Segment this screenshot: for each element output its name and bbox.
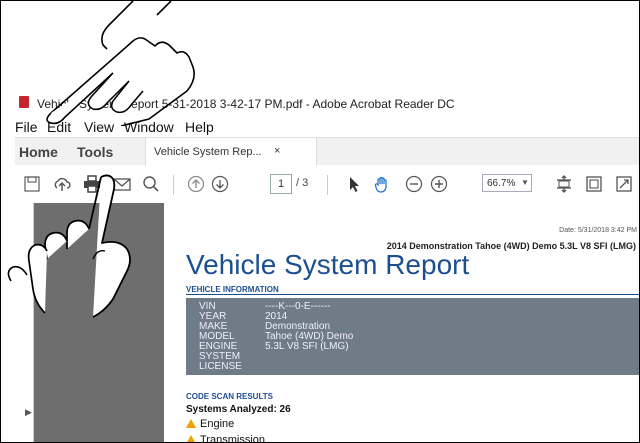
chevron-down-icon[interactable]: ▼ bbox=[521, 178, 529, 187]
scroll-mode-icon[interactable] bbox=[585, 175, 603, 193]
zoom-out-icon[interactable] bbox=[405, 175, 423, 193]
system-row[interactable]: Engine bbox=[186, 418, 234, 430]
expand-panel-icon[interactable]: ▶ bbox=[25, 407, 32, 418]
page-down-icon[interactable] bbox=[211, 175, 229, 193]
heading-divider bbox=[186, 294, 639, 295]
tab-document[interactable]: Vehicle System Rep... × bbox=[145, 138, 317, 166]
system-row[interactable]: Transmission bbox=[186, 434, 265, 443]
tab-bar: Home Tools Vehicle System Rep... × bbox=[15, 137, 639, 166]
tab-home[interactable]: Home bbox=[19, 144, 58, 160]
pointing-hand-icon bbox=[46, 1, 195, 126]
page-number-input[interactable]: 1 bbox=[270, 174, 292, 194]
vehicle-info-box: VIN ----K---0-E------ YEAR 2014 MAKE Demons… bbox=[186, 298, 639, 375]
pdf-page: Date: 5/31/2018 3:42 PM 2014 Demonstrati… bbox=[164, 203, 639, 443]
toolbar-separator bbox=[327, 175, 328, 195]
info-value: 5.3L V8 SFI (LMG) bbox=[265, 341, 349, 352]
hand-tool-icon[interactable] bbox=[373, 175, 391, 193]
tab-document-label: Vehicle System Rep... bbox=[154, 146, 262, 158]
fullscreen-icon[interactable] bbox=[615, 175, 633, 193]
close-tab-icon[interactable]: × bbox=[274, 145, 280, 157]
system-label: Engine bbox=[200, 418, 235, 430]
systems-analyzed: Systems Analyzed: 26 bbox=[186, 404, 291, 415]
select-pointer-icon[interactable] bbox=[345, 175, 363, 193]
report-date: Date: 5/31/2018 3:42 PM bbox=[559, 227, 637, 234]
warning-icon bbox=[186, 435, 196, 442]
pointing-hand-icon bbox=[7, 174, 131, 318]
code-scan-heading: CODE SCAN RESULTS bbox=[186, 392, 273, 401]
info-key: LICENSE bbox=[199, 361, 242, 372]
zoom-in-icon[interactable] bbox=[430, 175, 448, 193]
fit-page-icon[interactable] bbox=[555, 175, 573, 193]
screenshot-frame: Vehicle System Report 5-31-2018 3-42-17 … bbox=[0, 0, 640, 443]
toolbar-separator bbox=[173, 175, 174, 195]
tab-tools[interactable]: Tools bbox=[77, 144, 113, 160]
report-title: Vehicle System Report bbox=[186, 249, 470, 280]
page-up-icon[interactable] bbox=[187, 175, 205, 193]
vehicle-info-heading: VEHICLE INFORMATION bbox=[186, 285, 279, 294]
page-total: / 3 bbox=[296, 177, 309, 189]
system-label: Transmission bbox=[200, 434, 265, 443]
warning-icon bbox=[186, 419, 196, 428]
